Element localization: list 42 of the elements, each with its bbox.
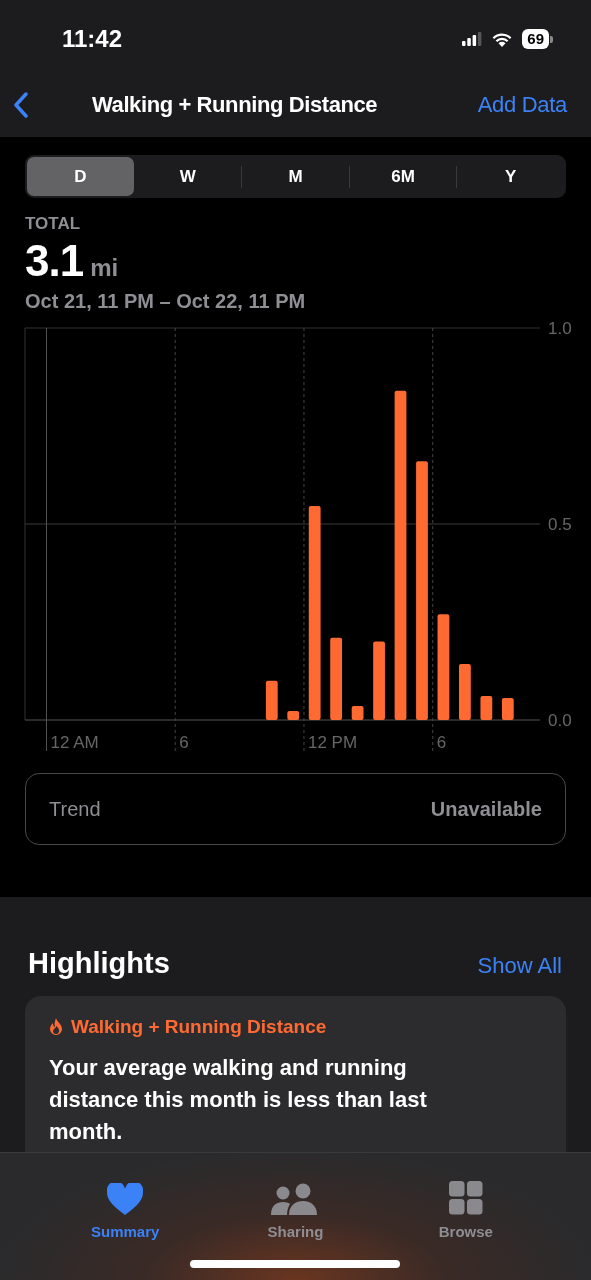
grid-icon bbox=[448, 1181, 483, 1215]
add-data-link[interactable]: Add Data bbox=[477, 92, 567, 118]
card-title: Walking + Running Distance bbox=[71, 1016, 327, 1038]
x-axis-label: 12 PM bbox=[307, 733, 358, 751]
x-axis-label: 6 bbox=[179, 733, 189, 751]
x-axis-label: 12 AM bbox=[50, 733, 99, 751]
chart-bar bbox=[501, 698, 514, 720]
back-icon[interactable] bbox=[14, 92, 28, 118]
chart-bar bbox=[351, 705, 364, 720]
flame-icon bbox=[49, 1018, 63, 1036]
show-all-link[interactable]: Show All bbox=[477, 953, 562, 979]
chart-bar bbox=[459, 663, 471, 720]
tab-item[interactable]: Browse bbox=[410, 1163, 521, 1241]
trend-label: Trend bbox=[49, 797, 101, 821]
y-tick-label: 0.5 bbox=[548, 515, 572, 534]
range-tab[interactable]: Y bbox=[457, 157, 564, 196]
status-time: 11:42 bbox=[62, 25, 123, 53]
range-tab[interactable]: M bbox=[242, 157, 349, 196]
date-range: Oct 21, 11 PM – Oct 22, 11 PM bbox=[25, 290, 307, 313]
tab-item[interactable]: Sharing bbox=[240, 1163, 351, 1241]
total-value: 3.1 bbox=[25, 236, 84, 286]
wifi-icon bbox=[491, 31, 514, 47]
highlight-text: Your average walking and running distance this month is less than last month. bbox=[49, 1054, 428, 1146]
range-tab[interactable]: W bbox=[134, 157, 242, 196]
signal-icon bbox=[462, 32, 483, 46]
chart-bar bbox=[287, 711, 300, 720]
chart-bar bbox=[265, 680, 278, 720]
y-tick-label: 1.0 bbox=[548, 321, 572, 338]
range-tab[interactable]: D bbox=[27, 157, 134, 196]
unit-label: mi bbox=[90, 254, 119, 282]
range-tab[interactable]: 6M bbox=[349, 157, 457, 196]
x-axis-label: 6 bbox=[436, 733, 447, 751]
heart-icon bbox=[107, 1183, 144, 1215]
y-tick-label: 0.0 bbox=[548, 711, 572, 730]
people-icon bbox=[271, 1183, 320, 1215]
total-label: TOTAL bbox=[25, 214, 82, 234]
chart-bar bbox=[480, 696, 493, 720]
page-title: Walking + Running Distance bbox=[92, 92, 378, 118]
highlight-card[interactable]: Walking + Running Distance Your average walking and running distance this month is less than last month. bbox=[25, 996, 566, 1152]
section-title: Highlights bbox=[28, 947, 170, 980]
tab-item[interactable]: Summary bbox=[70, 1163, 181, 1241]
trend-value: Unavailable bbox=[430, 797, 542, 821]
